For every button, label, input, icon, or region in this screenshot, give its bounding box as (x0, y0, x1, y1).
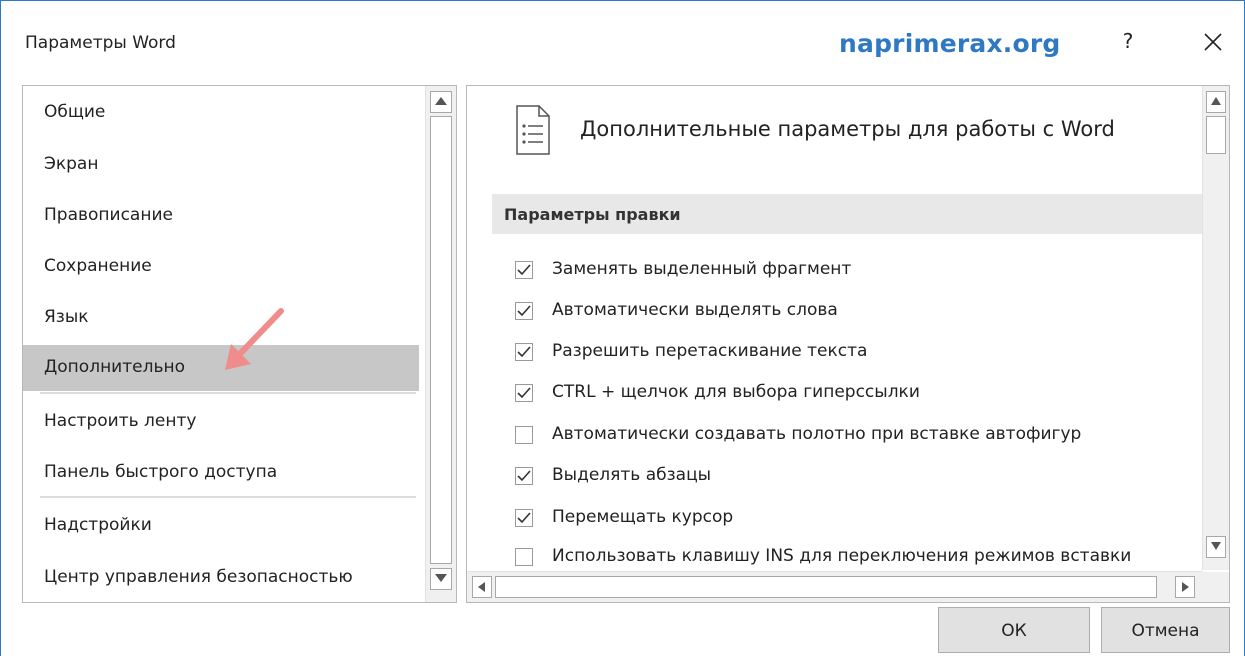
scroll-left-button[interactable] (472, 576, 492, 598)
nav-item-label: Общие (44, 102, 106, 122)
scroll-down-button[interactable] (1206, 536, 1226, 558)
scroll-down-button[interactable] (430, 568, 452, 590)
dialog-title: Параметры Word (25, 33, 176, 53)
option-drag-and-drop[interactable]: Разрешить перетаскивание текста (515, 339, 1205, 365)
nav-item-general[interactable]: Общие (23, 94, 419, 132)
option-ctrl-click-hyperlink[interactable]: CTRL + щелчок для выбора гиперссылки (515, 380, 1205, 406)
checkbox[interactable] (515, 426, 533, 444)
option-smart-cursoring[interactable]: Перемещать курсор (515, 505, 1205, 531)
nav-vertical-scrollbar[interactable] (425, 86, 456, 602)
nav-item-proofing[interactable]: Правописание (23, 197, 419, 235)
option-auto-drawing-canvas[interactable]: Автоматически создавать полотно при вста… (515, 422, 1205, 448)
nav-separator (40, 392, 416, 394)
panel-heading: Дополнительные параметры для работы с Wo… (580, 117, 1115, 141)
nav-item-label: Центр управления безопасностью (44, 567, 353, 587)
watermark-text: naprimerax.org (839, 29, 1061, 58)
option-label: Автоматически выделять слова (552, 300, 838, 320)
option-smart-paragraph-select[interactable]: Выделять абзацы (515, 463, 1205, 489)
option-insert-key-overtype[interactable]: Использовать клавишу INS для переключени… (515, 544, 1205, 569)
checkbox[interactable] (515, 467, 533, 485)
close-button[interactable] (1199, 25, 1227, 57)
word-options-dialog: Параметры Word naprimerax.org ? Общие Эк… (0, 0, 1245, 656)
triangle-up-icon (1211, 97, 1221, 105)
nav-item-label: Настроить ленту (44, 411, 197, 431)
close-icon (1204, 33, 1222, 51)
nav-item-add-ins[interactable]: Надстройки (23, 507, 419, 545)
section-header-editing: Параметры правки (492, 194, 1210, 234)
option-label: Заменять выделенный фрагмент (552, 259, 852, 279)
checkmark-icon (517, 387, 531, 399)
option-typing-replaces-selection[interactable]: Заменять выделенный фрагмент (515, 257, 1205, 283)
nav-item-customize-ribbon[interactable]: Настроить ленту (23, 403, 419, 441)
option-label: CTRL + щелчок для выбора гиперссылки (552, 382, 920, 402)
nav-item-label: Панель быстрого доступа (44, 462, 278, 482)
panel-vertical-scrollbar[interactable] (1202, 86, 1229, 570)
option-auto-select-words[interactable]: Автоматически выделять слова (515, 298, 1205, 324)
nav-item-label: Дополнительно (44, 357, 185, 377)
checkbox[interactable] (515, 509, 533, 527)
scroll-thumb[interactable] (430, 116, 452, 564)
scroll-thumb[interactable] (1206, 116, 1226, 154)
section-title: Параметры правки (504, 205, 681, 224)
scroll-thumb[interactable] (495, 576, 1157, 598)
nav-item-label: Язык (44, 307, 89, 327)
nav-item-display[interactable]: Экран (23, 146, 419, 184)
panel-horizontal-scrollbar[interactable] (467, 571, 1203, 602)
pointer-arrow-icon (225, 308, 284, 370)
nav-item-label: Экран (44, 154, 99, 174)
triangle-right-icon (1182, 582, 1189, 592)
scroll-up-button[interactable] (1206, 91, 1226, 113)
checkbox[interactable] (515, 261, 533, 279)
ok-button[interactable]: ОК (938, 607, 1090, 653)
nav-item-trust-center[interactable]: Центр управления безопасностью (23, 559, 419, 597)
help-button[interactable]: ? (1119, 29, 1137, 57)
nav-item-label: Правописание (44, 205, 173, 225)
checkmark-icon (517, 470, 531, 482)
checkbox[interactable] (515, 343, 533, 361)
triangle-left-icon (478, 582, 485, 592)
nav-item-save[interactable]: Сохранение (23, 248, 419, 286)
cancel-button[interactable]: Отмена (1101, 607, 1230, 653)
nav-item-label: Надстройки (44, 515, 152, 535)
nav-item-quick-access-toolbar[interactable]: Панель быстрого доступа (23, 454, 419, 492)
checkbox[interactable] (515, 384, 533, 402)
checkmark-icon (517, 264, 531, 276)
scroll-right-button[interactable] (1175, 576, 1195, 598)
triangle-down-icon (435, 574, 447, 582)
checkmark-icon (517, 346, 531, 358)
option-label: Разрешить перетаскивание текста (552, 341, 868, 361)
triangle-down-icon (1211, 542, 1221, 550)
nav-separator (40, 496, 416, 498)
checkbox[interactable] (515, 548, 533, 566)
document-list-icon (516, 105, 550, 155)
options-panel: Дополнительные параметры для работы с Wo… (466, 85, 1230, 603)
option-label: Перемещать курсор (552, 507, 734, 527)
checkmark-icon (517, 305, 531, 317)
option-label: Использовать клавишу INS для переключени… (552, 546, 1132, 566)
scrollbar-corner (1203, 572, 1229, 602)
option-label: Автоматически создавать полотно при вста… (552, 424, 1082, 444)
option-label: Выделять абзацы (552, 465, 712, 485)
checkmark-icon (517, 512, 531, 524)
triangle-up-icon (435, 97, 447, 105)
scroll-up-button[interactable] (430, 91, 452, 113)
checkbox[interactable] (515, 302, 533, 320)
nav-item-label: Сохранение (44, 256, 152, 276)
